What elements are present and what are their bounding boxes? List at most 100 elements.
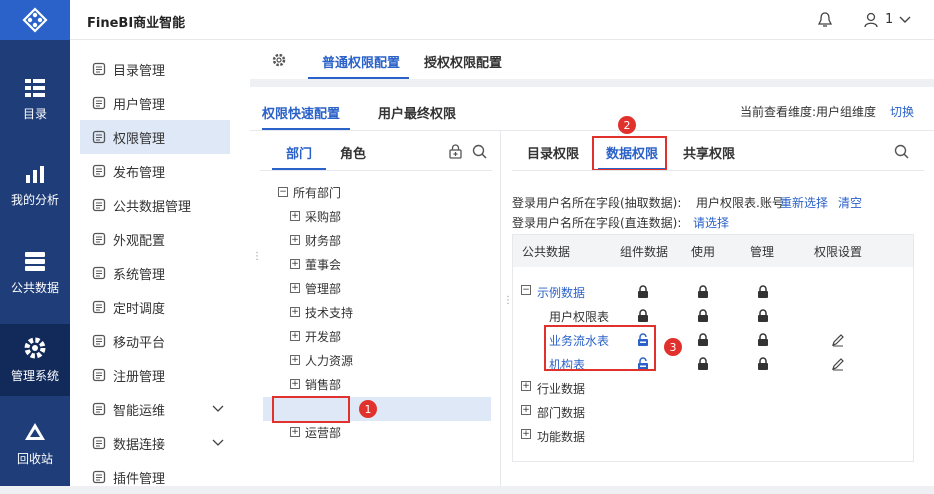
edit-icon[interactable] [831, 333, 845, 347]
table-row-name[interactable]: 用户权限表 [549, 308, 609, 325]
menu-item-label: 用户管理 [113, 97, 166, 113]
switch-dimension-link[interactable]: 切换 [890, 103, 914, 120]
rail-label: 公共数据 [10, 280, 59, 295]
menu-item-5[interactable]: 外观配置 [80, 222, 230, 256]
lock-icon[interactable] [757, 357, 769, 370]
chevron-down-icon[interactable] [212, 439, 224, 447]
tree-root[interactable]: − 所有部门 [278, 180, 490, 204]
table-row-name[interactable]: 部门数据 [537, 404, 585, 421]
expand-icon[interactable]: + [290, 283, 300, 293]
menu-item-1[interactable]: 用户管理 [80, 86, 230, 120]
lock-icon[interactable] [697, 333, 709, 346]
choose-link[interactable]: 请选择 [693, 214, 729, 231]
lock-add-icon[interactable] [448, 144, 463, 159]
table-row[interactable]: + 部门数据 [513, 400, 913, 424]
menu-item-2[interactable]: 权限管理 [80, 120, 230, 154]
tree-item[interactable]: + 董事会 [278, 252, 490, 276]
menu-item-0[interactable]: 目录管理 [80, 52, 230, 86]
lock-icon[interactable] [757, 333, 769, 346]
tree-item[interactable]: + 管理部 [278, 276, 490, 300]
menu-item-9[interactable]: 注册管理 [80, 358, 230, 392]
lock-icon[interactable] [757, 285, 769, 298]
tree-item[interactable]: + 运营部 [278, 420, 490, 444]
table-row[interactable]: − 示例数据 [513, 280, 913, 304]
chevron-down-icon[interactable] [212, 405, 224, 413]
expand-icon[interactable]: + [290, 331, 300, 341]
tab-grant-permission[interactable]: 授权权限配置 [424, 52, 502, 71]
settings-icon[interactable] [272, 53, 286, 67]
tree-item[interactable]: + 人力资源 [278, 348, 490, 372]
rail-item-analysis[interactable]: 我的分析 [0, 146, 70, 226]
table-row-name[interactable]: 示例数据 [537, 284, 585, 301]
menu-item-11[interactable]: 数据连接 [80, 426, 230, 460]
edit-permission-cell[interactable] [831, 357, 845, 375]
expand-icon[interactable]: + [521, 429, 531, 439]
expand-icon[interactable]: + [290, 427, 300, 437]
table-row-name[interactable]: 功能数据 [537, 428, 585, 445]
tab-share-permission[interactable]: 共享权限 [683, 143, 735, 162]
rail-label: 我的分析 [10, 192, 59, 207]
user-icon[interactable] [864, 12, 878, 28]
edit-icon[interactable] [831, 357, 845, 371]
table-row-name[interactable]: 行业数据 [537, 380, 585, 397]
database-icon [25, 251, 45, 271]
table-row[interactable]: + 功能数据 [513, 424, 913, 448]
lock-icon[interactable] [697, 357, 709, 370]
table-row[interactable]: + 行业数据 [513, 376, 913, 400]
expand-icon[interactable]: + [521, 381, 531, 391]
tree-item[interactable]: + 销售部 [278, 372, 490, 396]
tab-role[interactable]: 角色 [340, 143, 366, 162]
recycle-icon [25, 422, 45, 440]
clear-link[interactable]: 清空 [838, 194, 862, 211]
rail-item-recycle[interactable]: 回收站 [0, 404, 70, 484]
menu-item-10[interactable]: 智能运维 [80, 392, 230, 426]
expand-icon[interactable]: + [290, 307, 300, 317]
lock-icon[interactable] [637, 309, 649, 322]
user-icon [92, 96, 106, 110]
lock-icon[interactable] [697, 309, 709, 322]
tab-final-permission[interactable]: 用户最终权限 [378, 103, 456, 122]
rail-item-public-data[interactable]: 公共数据 [0, 233, 70, 313]
lock-icon[interactable] [637, 285, 649, 298]
splitter-handle[interactable]: ⋮ [252, 252, 262, 262]
app-title: FineBI商业智能 [87, 16, 186, 31]
app-logo[interactable] [0, 0, 70, 40]
expand-icon[interactable]: + [521, 405, 531, 415]
tree-item[interactable]: + 技术支持 [278, 300, 490, 324]
menu-item-3[interactable]: 发布管理 [80, 154, 230, 188]
edit-permission-cell[interactable] [831, 333, 845, 351]
rail-item-catalog[interactable]: 目录 [0, 60, 70, 140]
menu-item-7[interactable]: 定时调度 [80, 290, 230, 324]
menu-item-8[interactable]: 移动平台 [80, 324, 230, 358]
tab-general-permission[interactable]: 普通权限配置 [322, 52, 400, 71]
expand-icon[interactable]: + [290, 211, 300, 221]
expand-icon[interactable]: + [290, 235, 300, 245]
expand-icon[interactable]: + [290, 355, 300, 365]
chevron-down-icon[interactable] [899, 16, 911, 24]
search-icon[interactable] [472, 144, 487, 159]
bell-icon[interactable] [818, 12, 832, 28]
tab-catalog-permission[interactable]: 目录权限 [527, 143, 579, 162]
menu-item-6[interactable]: 系统管理 [80, 256, 230, 290]
tree-item[interactable]: + 财务部 [278, 228, 490, 252]
tree-item[interactable]: + 开发部 [278, 324, 490, 348]
search-icon[interactable] [894, 144, 909, 159]
expand-icon[interactable]: + [290, 379, 300, 389]
expand-icon[interactable]: + [290, 259, 300, 269]
tab-quick-config[interactable]: 权限快速配置 [262, 103, 340, 122]
menu-item-4[interactable]: 公共数据管理 [80, 188, 230, 222]
main-panel: 普通权限配置 授权权限配置 权限快速配置 用户最终权限 当前查看维度:用户组维度… [250, 40, 934, 486]
lock-icon[interactable] [697, 285, 709, 298]
rail-item-admin[interactable]: 管理系统 [0, 324, 70, 396]
splitter-handle[interactable]: ⋮ [503, 296, 513, 306]
user-name[interactable]: 1 [885, 12, 893, 27]
tree-item[interactable]: + 采购部 [278, 204, 490, 228]
menu-item-label: 目录管理 [113, 63, 166, 79]
collapse-icon[interactable]: − [278, 187, 288, 197]
menu-item-12[interactable]: 插件管理 [80, 460, 230, 494]
step-badge-1: 1 [359, 400, 377, 418]
tab-department[interactable]: 部门 [286, 143, 312, 162]
reselect-link[interactable]: 重新选择 [780, 194, 828, 211]
collapse-icon[interactable]: − [521, 285, 531, 295]
lock-icon[interactable] [757, 309, 769, 322]
